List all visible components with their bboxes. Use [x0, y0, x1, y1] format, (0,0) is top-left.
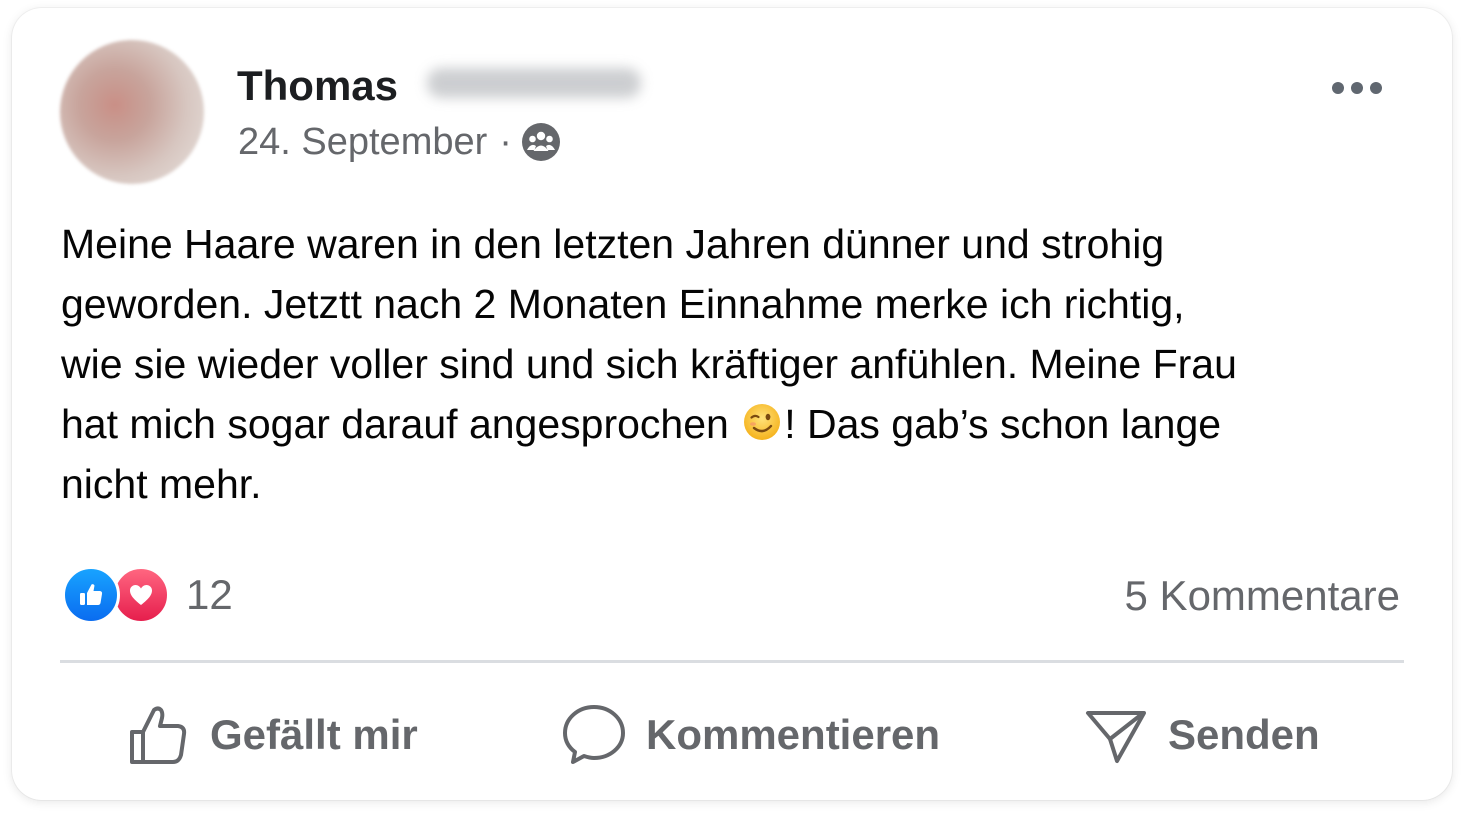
author-name[interactable]: Thomas	[237, 62, 398, 110]
more-dot-icon	[1332, 82, 1344, 94]
post-text-segment: hat mich sogar darauf angesprochen	[61, 401, 741, 447]
post-text-line: nicht mehr.	[61, 461, 262, 507]
more-dot-icon	[1370, 82, 1382, 94]
comment-button-label: Kommentieren	[646, 711, 941, 758]
post-text-line: hat mich sogar darauf angesprochen ! Das…	[61, 394, 1416, 454]
post-text-line: Meine Haare waren in den letzten Jahren …	[61, 221, 1165, 267]
author-lastname-blurred	[427, 68, 641, 98]
post-text-line: geworden. Jetztt nach 2 Monaten Einnahme…	[61, 281, 1185, 327]
author-avatar[interactable]	[60, 40, 204, 184]
comment-bubble-icon	[563, 705, 625, 764]
post-date[interactable]: 24. September	[238, 121, 487, 164]
thumbs-up-icon	[130, 706, 187, 764]
divider	[60, 660, 1404, 663]
post-text-line: wie sie wieder voller sind und sich kräf…	[61, 341, 1237, 387]
send-icon	[1086, 711, 1146, 763]
send-button-label: Senden	[1168, 711, 1320, 758]
post-meta: 24. September ·	[238, 118, 560, 166]
comments-count-link[interactable]: 5 Kommentare	[1125, 568, 1400, 624]
comment-button[interactable]: Kommentieren	[562, 692, 940, 778]
post-card: Thomas 24. September · Meine Haare waren…	[12, 8, 1452, 800]
like-button[interactable]: Gefällt mir	[128, 692, 418, 778]
action-bar: Gefällt mir Kommentieren Senden	[60, 692, 1404, 778]
group-icon[interactable]	[521, 123, 560, 161]
post-text: Meine Haare waren in den letzten Jahren …	[61, 214, 1416, 514]
post-text-segment: ! Das gab’s schon lange	[784, 401, 1222, 447]
send-button[interactable]: Senden	[1084, 692, 1320, 778]
meta-separator: ·	[499, 120, 512, 163]
winking-face-icon	[744, 404, 781, 440]
like-reaction-icon	[62, 566, 120, 624]
reactions-count[interactable]: 12	[186, 571, 233, 619]
reactions-summary[interactable]: 12	[62, 565, 233, 625]
more-dot-icon	[1351, 82, 1363, 94]
more-options-button[interactable]	[1332, 78, 1382, 98]
love-reaction-icon	[112, 566, 170, 624]
like-button-label: Gefällt mir	[210, 711, 418, 758]
